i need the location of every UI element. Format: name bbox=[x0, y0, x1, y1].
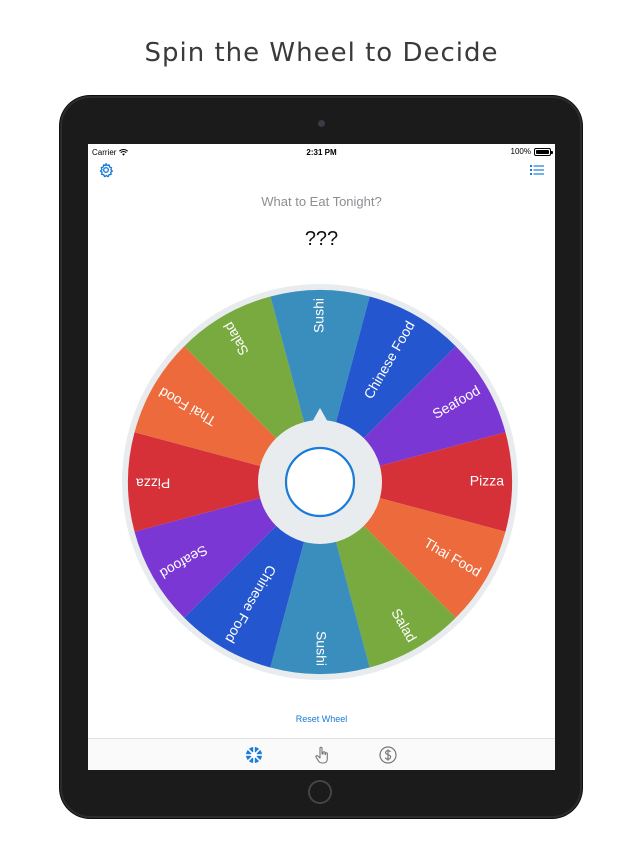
wheel-segment-label: Sushi bbox=[313, 631, 329, 666]
settings-button[interactable] bbox=[98, 162, 114, 178]
status-time: 2:31 PM bbox=[306, 148, 337, 157]
wheel-segment-label: Pizza bbox=[470, 473, 504, 489]
list-button[interactable] bbox=[530, 163, 544, 177]
status-bar: Carrier 2:31 PM 100% bbox=[88, 144, 555, 160]
home-button[interactable] bbox=[308, 780, 332, 804]
headline: Spin the Wheel to Decide bbox=[144, 38, 499, 68]
tap-hand-icon bbox=[315, 746, 328, 764]
wheel-question: What to Eat Tonight? bbox=[261, 194, 382, 209]
wheel-icon bbox=[246, 747, 262, 763]
battery-percent: 100% bbox=[510, 147, 531, 156]
decision-wheel[interactable]: SushiChinese FoodSeafoodPizzaThai FoodSa… bbox=[120, 282, 520, 682]
camera-dot bbox=[318, 120, 325, 127]
list-icon bbox=[530, 165, 544, 175]
wheel-segment-label: Sushi bbox=[311, 298, 327, 333]
app-screen: Carrier 2:31 PM 100% What to Eat Tonight… bbox=[88, 144, 555, 770]
reset-wheel-button[interactable]: Reset Wheel bbox=[88, 714, 555, 724]
tab-tap[interactable] bbox=[312, 745, 332, 765]
tab-bar bbox=[88, 738, 555, 770]
spin-button[interactable] bbox=[284, 446, 356, 518]
status-right: 100% bbox=[510, 147, 553, 156]
tab-purchase[interactable] bbox=[378, 745, 398, 765]
gear-icon bbox=[99, 163, 113, 178]
spin-result: ??? bbox=[304, 228, 339, 250]
wheel-segment-label: Pizza bbox=[136, 475, 170, 491]
dollar-icon bbox=[379, 746, 397, 764]
tab-wheel[interactable] bbox=[244, 745, 264, 765]
battery-icon bbox=[534, 147, 553, 156]
